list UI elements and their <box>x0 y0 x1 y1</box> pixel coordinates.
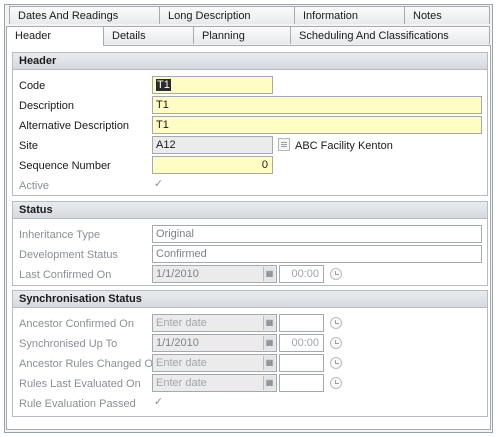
section-title: Synchronisation Status <box>13 291 487 308</box>
clock-icon <box>330 268 342 280</box>
site-label: Site <box>19 140 38 152</box>
ancestor-rules-changed-label: Ancestor Rules Changed On <box>19 358 160 370</box>
alt-description-label: Alternative Description <box>19 120 130 132</box>
tab-label: Scheduling And Classifications <box>299 30 449 42</box>
date-placeholder: Enter date <box>156 317 207 329</box>
code-label: Code <box>19 80 46 92</box>
sequence-label: Sequence Number <box>19 160 111 172</box>
tab-label: Header <box>15 30 52 42</box>
site-field: A12 <box>152 136 273 154</box>
development-status-label: Development Status <box>19 249 119 261</box>
calendar-icon: ▦ <box>263 267 275 281</box>
calendar-icon: ▦ <box>263 336 275 350</box>
date-placeholder: Enter date <box>156 357 207 369</box>
ancestor-confirmed-time-field <box>279 314 324 332</box>
ancestor-rules-time-field <box>279 354 324 372</box>
status-section: Status Inheritance Type Original Develop… <box>12 201 488 286</box>
inheritance-type-label: Inheritance Type <box>19 229 101 241</box>
tab-label: Dates And Readings <box>18 10 119 22</box>
date-value: 1/1/2010 <box>156 337 199 349</box>
section-title: Header <box>13 53 487 70</box>
synchronised-date-field: 1/1/2010 ▦ <box>152 334 277 352</box>
tab-dates-and-readings[interactable]: Dates And Readings <box>9 6 160 24</box>
tab-label: Notes <box>413 10 442 22</box>
rules-evaluated-date-field: Enter date ▦ <box>152 374 277 392</box>
last-confirmed-date-field: 1/1/2010 ▦ <box>152 265 277 283</box>
tab-label: Long Description <box>168 10 251 22</box>
development-status-field: Confirmed <box>152 245 482 263</box>
tab-label: Information <box>303 10 359 22</box>
clock-icon <box>330 377 342 389</box>
code-value: T1 <box>156 79 171 91</box>
date-placeholder: Enter date <box>156 377 207 389</box>
code-field[interactable]: T1 <box>152 76 273 94</box>
inheritance-type-field: Original <box>152 225 482 243</box>
last-confirmed-time-field: 00:00 <box>279 265 324 283</box>
rules-last-evaluated-label: Rules Last Evaluated On <box>19 378 141 390</box>
ancestor-confirmed-date-field: Enter date ▦ <box>152 314 277 332</box>
active-checkbox[interactable]: ✓ <box>152 178 165 191</box>
header-section: Header Code T1 Description T1 Alternativ… <box>12 52 488 196</box>
tab-scheduling-and-classifications[interactable]: Scheduling And Classifications <box>290 26 490 44</box>
tab-information[interactable]: Information <box>294 6 405 24</box>
rule-evaluation-passed-checkbox: ✓ <box>153 396 164 408</box>
clock-icon <box>330 357 342 369</box>
clock-icon <box>330 337 342 349</box>
tab-long-description[interactable]: Long Description <box>159 6 295 24</box>
ancestor-rules-date-field: Enter date ▦ <box>152 354 277 372</box>
alt-description-field[interactable]: T1 <box>152 116 482 134</box>
tab-details[interactable]: Details <box>103 26 194 44</box>
sequence-number-field[interactable]: 0 <box>152 156 273 174</box>
calendar-icon: ▦ <box>263 316 275 330</box>
calendar-icon: ▦ <box>263 356 275 370</box>
ancestor-confirmed-label: Ancestor Confirmed On <box>19 318 134 330</box>
rules-evaluated-time-field <box>279 374 324 392</box>
description-field[interactable]: T1 <box>152 96 482 114</box>
last-confirmed-label: Last Confirmed On <box>19 269 112 281</box>
lookup-icon[interactable] <box>278 138 290 151</box>
tab-notes[interactable]: Notes <box>404 6 490 24</box>
description-label: Description <box>19 100 75 112</box>
tab-planning[interactable]: Planning <box>193 26 291 44</box>
calendar-icon: ▦ <box>263 376 275 390</box>
tab-label: Planning <box>202 30 245 42</box>
tab-label: Details <box>112 30 146 42</box>
active-label: Active <box>19 180 49 192</box>
site-name: ABC Facility Kenton <box>295 140 393 152</box>
section-title: Status <box>13 202 487 219</box>
rule-evaluation-passed-label: Rule Evaluation Passed <box>19 398 136 410</box>
synchronised-time-field: 00:00 <box>279 334 324 352</box>
synchronised-up-to-label: Synchronised Up To <box>19 338 118 350</box>
date-value: 1/1/2010 <box>156 268 199 280</box>
synchronisation-section: Synchronisation Status Ancestor Confirme… <box>12 290 488 417</box>
clock-icon <box>330 317 342 329</box>
tab-header[interactable]: Header <box>6 26 104 46</box>
